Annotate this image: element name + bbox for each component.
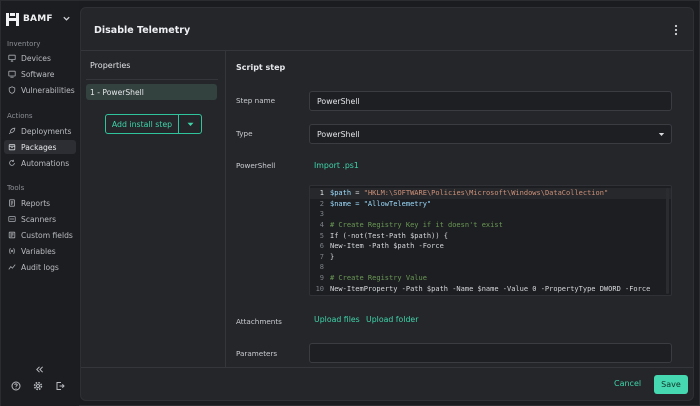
code-line: 8 (319, 263, 324, 272)
add-install-step-label: Add install step (111, 119, 173, 129)
variables-icon (9, 247, 15, 255)
section-label-inventory: Inventory (7, 40, 41, 48)
code-line: 9 # Create Registry Value (319, 274, 427, 283)
collapse-sidebar-icon[interactable] (35, 365, 44, 374)
properties-title: Properties (90, 61, 131, 70)
divider (81, 367, 693, 368)
import-ps1-link[interactable]: Import .ps1 (314, 161, 359, 170)
page-title: Disable Telemetry (94, 25, 191, 36)
add-install-step-button[interactable]: Add install step (105, 114, 202, 134)
code-line: 3 (319, 210, 324, 219)
edit-package-panel: Disable Telemetry Properties 1 - PowerSh… (80, 7, 694, 401)
shield-icon (8, 86, 16, 94)
sidebar-item-automations[interactable]: Automations (4, 156, 76, 170)
caret-down-icon (658, 133, 665, 136)
code-line: 4 # Create Registry Key if it doesn't exi… (319, 221, 503, 230)
step-name-input[interactable]: PowerShell (309, 91, 672, 111)
step-item-powershell[interactable]: 1 - PowerShell (86, 84, 217, 100)
step-name-label: Step name (236, 96, 276, 105)
code-line: 6 New-Item -Path $path -Force (319, 242, 444, 251)
cancel-button[interactable]: Cancel (614, 379, 641, 388)
upload-folder-link[interactable]: Upload folder (366, 315, 418, 324)
panel-header: Disable Telemetry (81, 8, 693, 51)
powershell-label: PowerShell (236, 161, 276, 170)
code-line: 10 New-ItemProperty -Path $path -Name $na… (315, 284, 651, 293)
scanner-icon (8, 216, 16, 222)
type-label: Type (236, 129, 253, 138)
upload-files-link[interactable]: Upload files (314, 315, 360, 324)
gear-icon[interactable] (33, 381, 43, 391)
sidebar-item-custom-fields[interactable]: Custom fields (4, 228, 76, 242)
app-name: BAMF (23, 14, 53, 24)
sidebar-footer (11, 381, 65, 391)
add-step-dropdown[interactable] (179, 122, 201, 127)
code-line: 5 If (-not(Test-Path $path)) { (319, 231, 449, 240)
sidebar-item-devices[interactable]: Devices (4, 51, 76, 65)
editor-scrollbar[interactable] (666, 188, 669, 294)
parameters-label: Parameters (236, 349, 278, 358)
parameters-input[interactable] (309, 343, 672, 363)
sidebar-item-audit-logs[interactable]: Audit logs (4, 260, 76, 274)
properties-pane: Properties 1 - PowerShell Add install st… (81, 51, 226, 367)
attachments-label: Attachments (236, 317, 282, 326)
audit-icon (8, 264, 16, 270)
save-button[interactable]: Save (654, 375, 688, 394)
brand-switcher[interactable]: BAMF (6, 11, 76, 27)
rocket-icon (8, 127, 16, 135)
sidebar-item-scanners[interactable]: Scanners (4, 212, 76, 226)
chevron-down-icon[interactable] (62, 14, 71, 23)
refresh-icon (9, 159, 15, 166)
help-icon[interactable] (11, 381, 21, 391)
sidebar-item-software[interactable]: Software (4, 67, 76, 81)
package-icon (8, 144, 16, 151)
app-window: BAMF Inventory Devices Software Vulnerab… (0, 0, 700, 406)
sidebar-item-variables[interactable]: Variables (4, 244, 76, 258)
section-label-tools: Tools (7, 184, 25, 192)
sidebar-item-reports[interactable]: Reports (4, 196, 76, 210)
report-icon (9, 199, 15, 207)
code-line: 2 $name = "AllowTelemetry" (319, 199, 432, 208)
sidebar: BAMF Inventory Devices Software Vulnerab… (1, 1, 79, 406)
section-title: Script step (236, 63, 286, 72)
display-icon (8, 70, 16, 78)
bamf-logo-icon (6, 12, 19, 26)
monitor-icon (8, 54, 16, 62)
sidebar-item-deployments[interactable]: Deployments (4, 124, 76, 138)
fields-icon (8, 231, 16, 239)
logout-icon[interactable] (55, 381, 65, 391)
script-step-form: Script step Step name PowerShell Type Po… (227, 51, 693, 367)
code-line: 1 $path = "HKLM:\SOFTWARE\Policies\Micros… (310, 188, 671, 199)
code-editor[interactable]: 1 $path = "HKLM:\SOFTWARE\Policies\Micros… (309, 185, 672, 296)
section-label-actions: Actions (7, 112, 33, 120)
code-line: 7} (319, 252, 335, 261)
sidebar-item-vulnerabilities[interactable]: Vulnerabilities (4, 83, 76, 97)
divider (86, 79, 218, 80)
more-options-icon[interactable] (674, 24, 678, 36)
caret-down-icon (187, 122, 193, 126)
sidebar-item-packages[interactable]: Packages (4, 140, 76, 154)
type-select[interactable]: PowerShell (309, 124, 672, 144)
